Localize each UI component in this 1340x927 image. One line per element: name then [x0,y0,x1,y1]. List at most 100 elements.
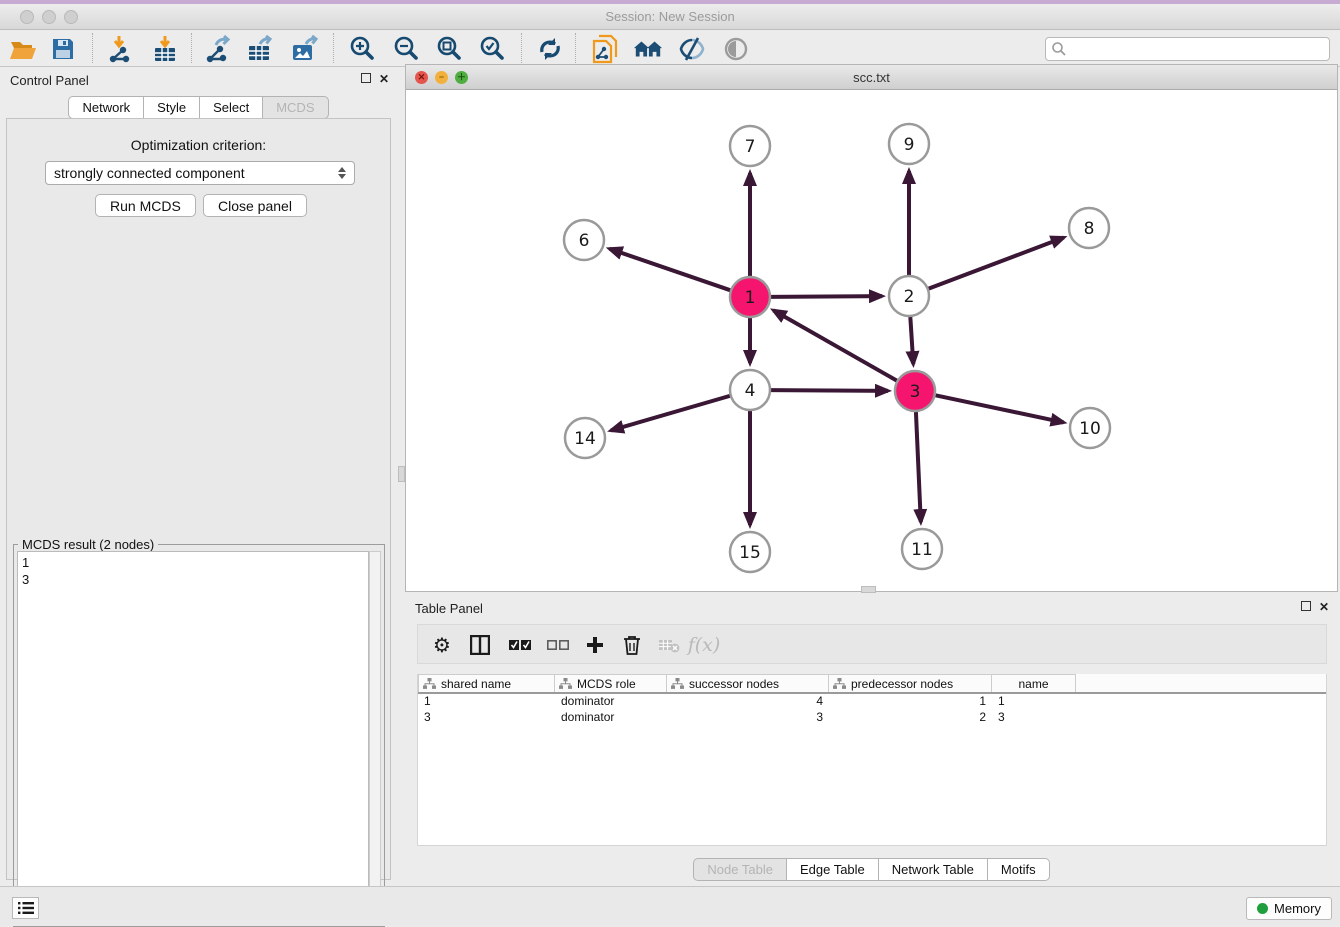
save-session-icon[interactable] [48,34,78,64]
vertical-splitter-handle[interactable] [398,466,405,482]
memory-button[interactable]: Memory [1246,897,1332,920]
hide-graphics-details-icon[interactable] [677,34,707,64]
optimization-criterion-value: strongly connected component [54,165,245,181]
export-image-icon[interactable] [290,34,320,64]
control-tab-style[interactable]: Style [143,96,200,119]
import-table-icon[interactable] [150,34,180,64]
close-panel-button[interactable]: Close panel [203,194,307,217]
apply-layout-icon[interactable] [535,34,565,64]
deselect-all-rows-icon[interactable] [544,631,572,659]
edge-3-to-11[interactable] [916,412,921,522]
cell-MCDS-role[interactable]: dominator [555,710,667,726]
show-graphics-details-icon[interactable] [721,34,751,64]
node-label: 10 [1079,419,1101,439]
import-network-icon[interactable] [104,34,134,64]
network-window-titlebar[interactable]: ✕ − ＋ scc.txt [406,65,1337,90]
column-header-shared-name[interactable]: shared name [418,674,555,692]
column-header-successor-nodes[interactable]: successor nodes [667,674,829,692]
zoom-fit-icon[interactable] [434,34,464,64]
node-4[interactable]: 4 [730,370,770,410]
gear-icon[interactable]: ⚙ [428,631,456,659]
cell-predecessor-nodes[interactable]: 2 [829,710,992,726]
zoom-out-icon[interactable] [391,34,421,64]
first-neighbors-icon[interactable] [633,34,663,64]
cell-successor-nodes[interactable]: 3 [667,710,829,726]
control-tab-select[interactable]: Select [199,96,263,119]
edge-1-to-2[interactable] [771,296,882,297]
table-row[interactable]: 1dominator411 [418,694,1326,710]
mcds-panel-body: Optimization criterion: strongly connect… [6,118,391,880]
edge-4-to-14[interactable] [611,396,730,431]
close-panel-icon[interactable]: ✕ [378,73,390,85]
new-network-from-selection-icon[interactable] [589,34,619,64]
column-header-name[interactable]: name [992,674,1076,692]
node-3[interactable]: 3 [895,371,935,411]
control-panel-title: Control Panel [10,73,89,88]
toolbar-separator [575,33,576,63]
mcds-result-text[interactable]: 13 [17,551,369,923]
columns-icon[interactable] [466,631,494,659]
table-tab-motifs[interactable]: Motifs [987,858,1050,881]
sort-icon [423,678,436,690]
cell-shared-name[interactable]: 3 [418,710,555,726]
node-1[interactable]: 1 [730,277,770,317]
node-9[interactable]: 9 [889,124,929,164]
optimization-criterion-select[interactable]: strongly connected component [45,161,355,185]
edge-4-to-3[interactable] [771,390,888,391]
open-session-icon[interactable] [8,34,38,64]
cell-predecessor-nodes[interactable]: 1 [829,694,992,710]
session-title: Session: New Session [0,9,1340,24]
node-10[interactable]: 10 [1070,408,1110,448]
column-header-MCDS-role[interactable]: MCDS role [555,674,667,692]
task-history-button[interactable] [12,897,39,919]
cell-MCDS-role[interactable]: dominator [555,694,667,710]
cell-name[interactable]: 3 [992,710,1076,726]
zoom-in-icon[interactable] [347,34,377,64]
node-6[interactable]: 6 [564,220,604,260]
run-mcds-button[interactable]: Run MCDS [95,194,196,217]
table-tab-network-table[interactable]: Network Table [878,858,988,881]
control-panel-tabs: NetworkStyleSelectMCDS [0,96,397,119]
node-2[interactable]: 2 [889,276,929,316]
search-input[interactable] [1067,39,1329,59]
horizontal-splitter-handle[interactable] [861,586,876,593]
result-scrollbar[interactable] [369,551,381,923]
node-8[interactable]: 8 [1069,208,1109,248]
memory-status-icon [1257,903,1268,914]
network-graph-canvas[interactable]: 7 9 6 8 1 2 4 3 14 10 15 11 [406,90,1337,591]
table-panel: Table Panel ✕ ⚙ f(x) shared nameMCDS rol… [405,595,1338,886]
select-all-rows-icon[interactable] [506,631,534,659]
export-table-icon[interactable] [246,34,276,64]
export-network-icon[interactable] [203,34,233,64]
node-label: 1 [745,288,756,308]
add-column-icon[interactable] [581,631,609,659]
float-table-panel-icon[interactable] [1300,601,1312,613]
edge-1-to-6[interactable] [610,249,731,290]
node-11[interactable]: 11 [902,529,942,569]
cell-successor-nodes[interactable]: 4 [667,694,829,710]
close-table-panel-icon[interactable]: ✕ [1318,601,1330,613]
node-14[interactable]: 14 [565,418,605,458]
zoom-selected-icon[interactable] [477,34,507,64]
edge-3-to-1[interactable] [773,310,896,380]
column-header-predecessor-nodes[interactable]: predecessor nodes [829,674,992,692]
edge-2-to-3[interactable] [910,317,913,364]
function-builder-icon: f(x) [690,631,718,659]
sort-icon [833,678,846,690]
app-titlebar: Session: New Session [0,4,1340,30]
float-panel-icon[interactable] [360,73,372,85]
cell-shared-name[interactable]: 1 [418,694,555,710]
edge-2-to-8[interactable] [929,238,1064,289]
node-15[interactable]: 15 [730,532,770,572]
table-tab-edge-table[interactable]: Edge Table [786,858,879,881]
node-label: 6 [579,231,590,251]
table-toolbar: ⚙ f(x) [417,624,1327,664]
cell-name[interactable]: 1 [992,694,1076,710]
table-row[interactable]: 3dominator323 [418,710,1326,726]
edge-3-to-10[interactable] [936,395,1064,422]
search-field[interactable] [1045,37,1330,61]
node-7[interactable]: 7 [730,126,770,166]
delete-column-icon[interactable] [618,631,646,659]
control-tab-network[interactable]: Network [68,96,144,119]
optimization-criterion-label: Optimization criterion: [7,137,390,153]
